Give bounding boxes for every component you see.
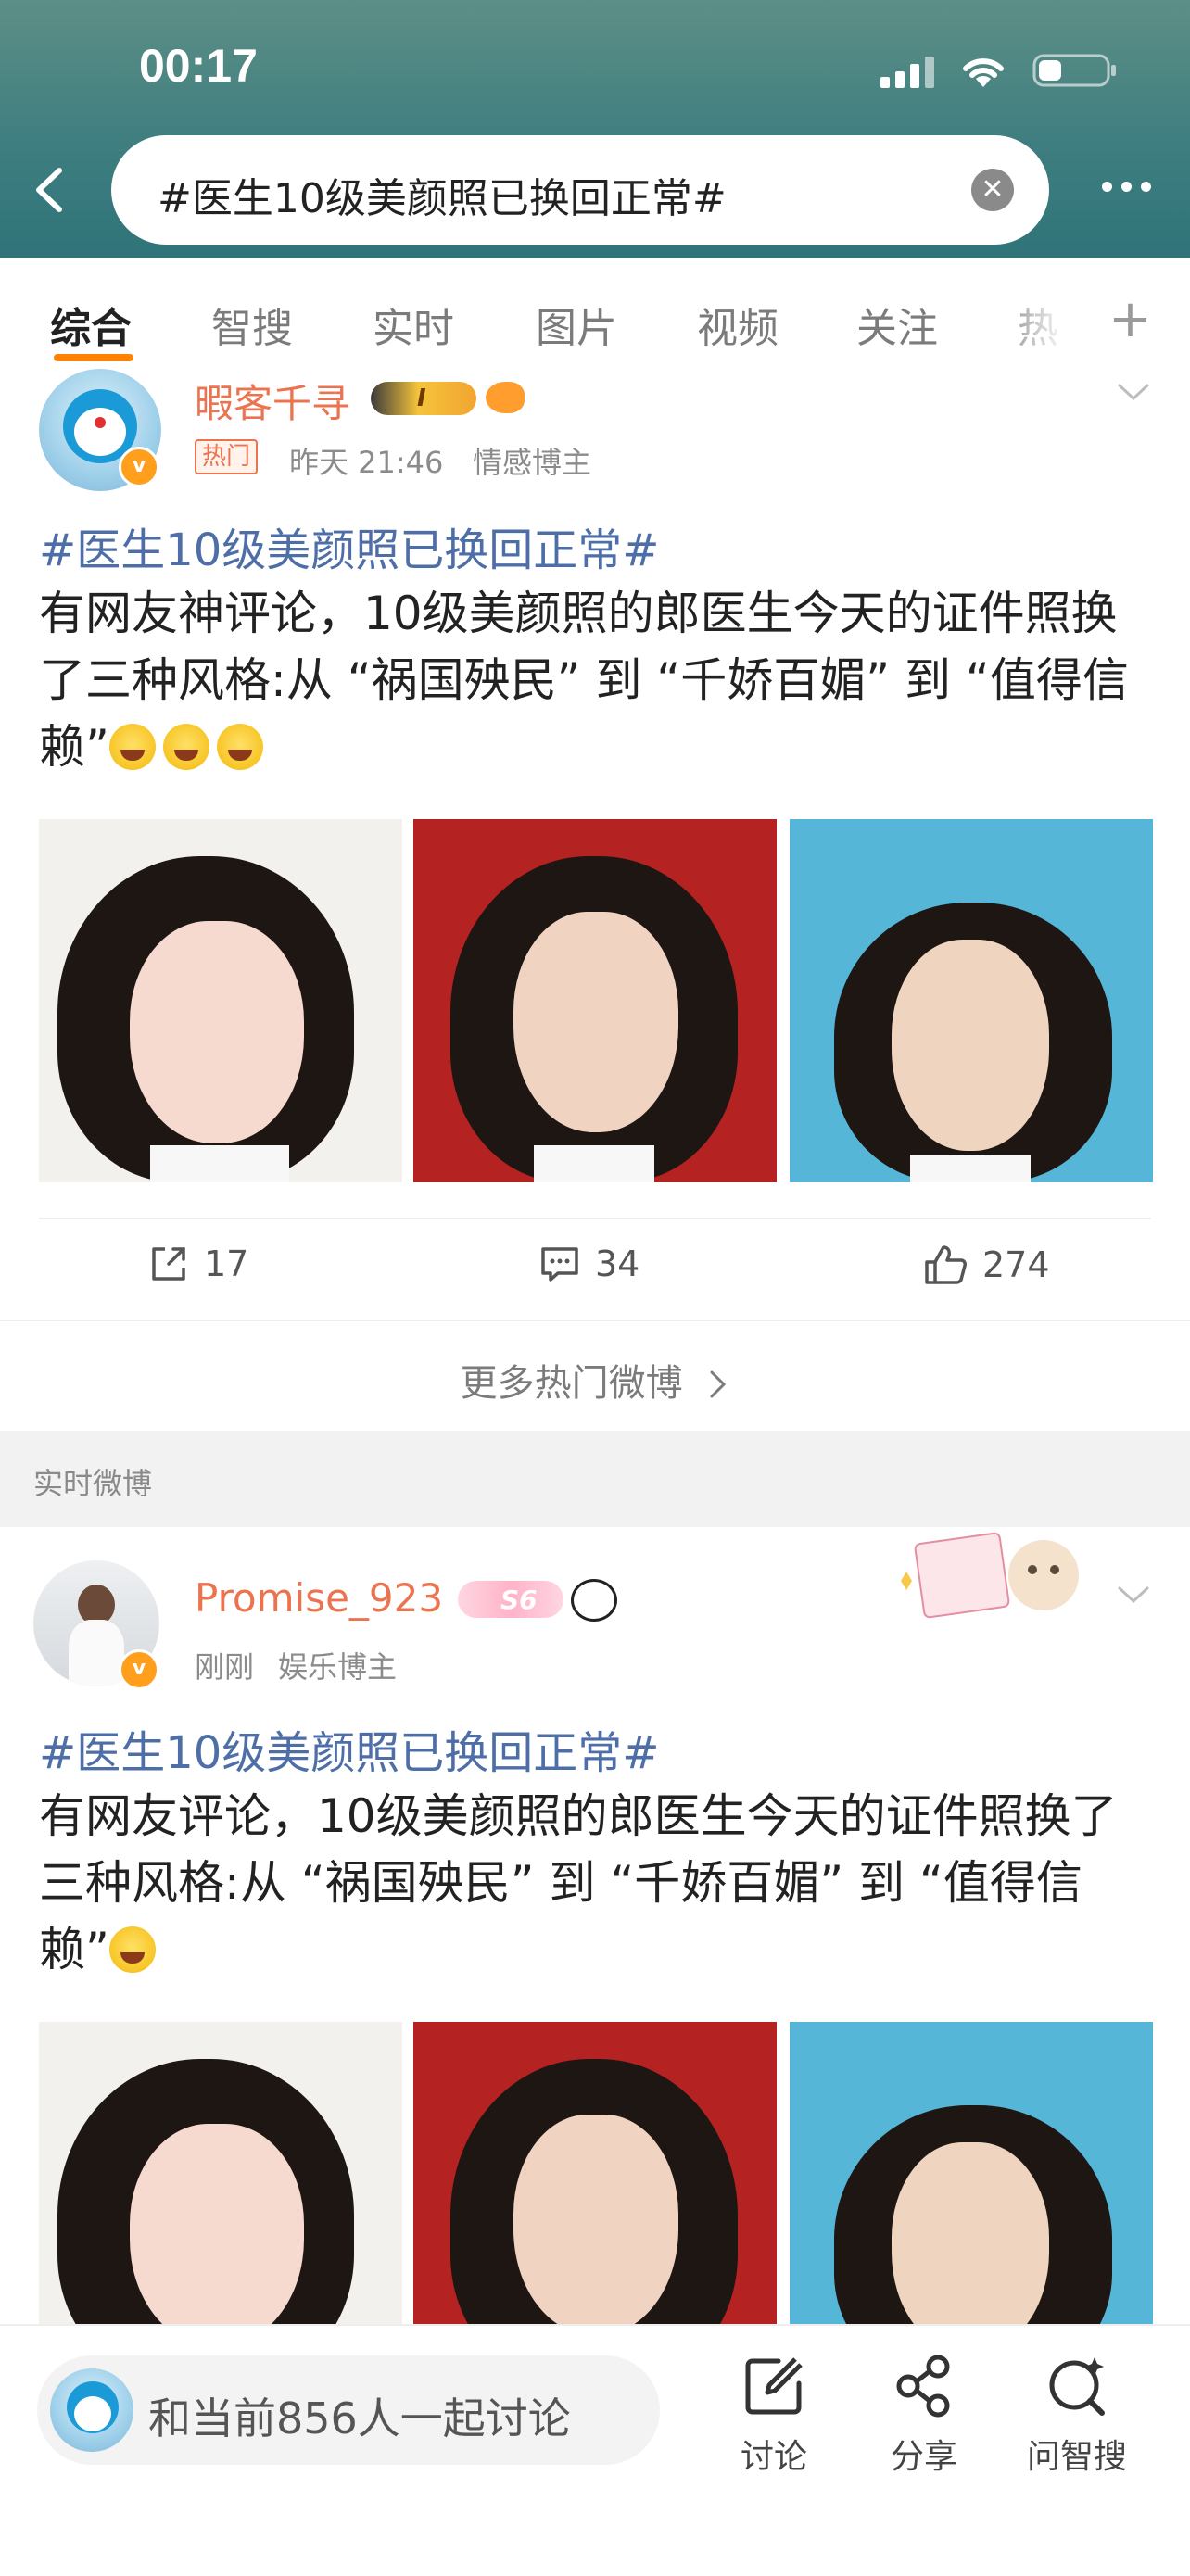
comment-button[interactable]: 34 [539, 1244, 639, 1284]
share-label: 分享 [890, 2438, 957, 2476]
chevron-right-icon [710, 1370, 727, 1398]
chevron-down-icon[interactable] [1118, 1586, 1149, 1605]
chevron-down-icon[interactable] [1118, 384, 1149, 402]
tab-realtime[interactable]: 实时 [373, 295, 454, 354]
search-query: #医生10级美颜照已换回正常# [158, 175, 727, 222]
comment-count: 34 [595, 1244, 640, 1284]
compose-label: 讨论 [740, 2438, 807, 2476]
repost-button[interactable]: 17 [148, 1244, 248, 1284]
post-image-1[interactable] [39, 819, 402, 1182]
post-image-3[interactable] [790, 819, 1153, 1182]
post-text: 有网友神评论，10级美颜照的郎医生今天的证件照换了三种风格:从 “祸国殃民” 到… [39, 580, 1151, 780]
post-actions: 17 34 274 [0, 1219, 1190, 1321]
laughing-emoji-icon [108, 1926, 156, 1973]
cellular-signal-icon [880, 53, 934, 88]
tab-comprehensive[interactable]: 综合 [50, 295, 132, 354]
back-button[interactable] [26, 165, 76, 215]
level-badge-text: S6 [500, 1585, 538, 1615]
verified-badge-icon: v [119, 1649, 159, 1690]
compose-icon [745, 2357, 803, 2415]
divider [0, 1320, 1190, 1321]
laughing-emoji-icon [162, 724, 209, 770]
post-image-2[interactable] [413, 819, 777, 1182]
post-body: 有网友评论，10级美颜照的郎医生今天的证件照换了三种风格:从 “祸国殃民” 到 … [39, 1789, 1118, 1976]
compose-button[interactable]: 讨论 [723, 2354, 825, 2478]
post-image-1[interactable] [39, 2022, 402, 2324]
more-hot-posts-link[interactable]: 更多热门微博 [0, 1353, 1190, 1407]
post-time: 刚刚 [195, 1649, 255, 1685]
comment-icon [541, 1247, 578, 1282]
status-time: 00:17 [139, 40, 258, 92]
close-icon: ✕ [981, 173, 1005, 206]
clear-search-button[interactable]: ✕ [971, 169, 1014, 211]
search-input[interactable]: #医生10级美颜照已换回正常# ✕ [111, 135, 1049, 245]
ai-search-icon [1049, 2357, 1105, 2416]
username[interactable]: 暇客千寻 [195, 373, 350, 429]
status-icons [880, 48, 1118, 93]
top-header: 00:17 #医生10级美颜照已换回正常# ✕ [0, 0, 1190, 258]
level-badge-icon: I [371, 382, 476, 415]
tab-images[interactable]: 图片 [536, 295, 617, 354]
like-button[interactable]: 274 [923, 1244, 1050, 1286]
laughing-emoji-icon [108, 724, 156, 770]
author-role: 娱乐博主 [278, 1649, 398, 1685]
ai-search-label: 问智搜 [1026, 2438, 1127, 2476]
ai-search-button[interactable]: 问智搜 [1021, 2354, 1133, 2478]
tab-following[interactable]: 关注 [856, 295, 938, 354]
laughing-emoji-icon [216, 724, 263, 770]
fish-icon [486, 382, 525, 413]
chevron-left-icon [36, 168, 62, 212]
share-icon [896, 2355, 950, 2418]
level-badge-text: I [417, 385, 426, 412]
verified-badge-icon: v [119, 447, 159, 487]
post-image-2[interactable] [413, 2022, 777, 2324]
repost-count: 17 [204, 1244, 249, 1284]
more-options-button[interactable] [1102, 182, 1151, 192]
level-badge-icon: S6 [458, 1581, 563, 1618]
more-hot-label: 更多热门微博 [460, 1362, 683, 1405]
post-image-3[interactable] [790, 2022, 1153, 2324]
wifi-icon [958, 52, 1008, 89]
active-tab-indicator [54, 354, 133, 361]
thumbs-up-icon [925, 1245, 967, 1284]
post-time: 昨天 21:46 [289, 445, 444, 480]
share-arrow-icon [152, 1247, 185, 1281]
post-topic-link[interactable]: #医生10级美颜照已换回正常# [39, 513, 660, 578]
tab-fade [992, 258, 1075, 369]
discussion-input[interactable]: 和当前856人一起讨论 [37, 2355, 660, 2465]
avatar [50, 2368, 133, 2452]
tab-smart-search[interactable]: 智搜 [211, 295, 293, 354]
post-text: 有网友评论，10级美颜照的郎医生今天的证件照换了三种风格:从 “祸国殃民” 到 … [39, 1783, 1151, 1983]
post-topic-link[interactable]: #医生10级美颜照已换回正常# [39, 1716, 660, 1781]
add-tab-icon[interactable]: + [1108, 289, 1152, 349]
decoration-sticker-icon [895, 1525, 1090, 1627]
bottom-bar: 和当前856人一起讨论 讨论 分享 问智搜 [0, 2324, 1190, 2576]
section-label: 实时微博 [33, 1466, 153, 1501]
realtime-section-header: 实时微博 [0, 1431, 1190, 1527]
panda-icon [571, 1579, 617, 1622]
discussion-prompt: 和当前856人一起讨论 [148, 2393, 571, 2443]
share-button[interactable]: 分享 [873, 2354, 975, 2478]
like-count: 274 [982, 1244, 1050, 1285]
hot-tag: 热门 [195, 439, 259, 474]
author-role: 情感博主 [473, 445, 592, 480]
tab-bar: 综合 智搜 实时 图片 视频 关注 热 + [0, 258, 1190, 369]
tab-videos[interactable]: 视频 [697, 295, 779, 354]
username[interactable]: Promise_923 [195, 1575, 443, 1621]
battery-icon [1032, 52, 1118, 89]
